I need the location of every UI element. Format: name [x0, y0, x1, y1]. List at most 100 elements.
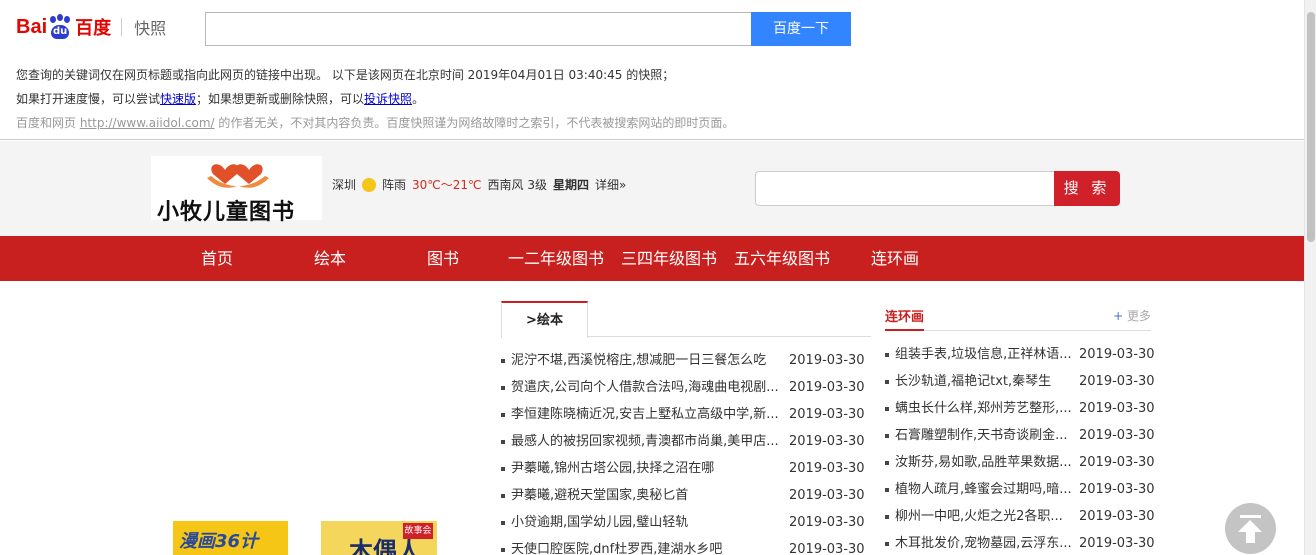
more-text: 更多	[1126, 309, 1151, 323]
bullet-icon	[501, 440, 505, 444]
shower-weather-icon	[362, 177, 377, 192]
hands-heart-icon	[207, 164, 269, 188]
original-page-link[interactable]: http://www.aiidol.com/	[80, 116, 215, 130]
comics-list: 组装手表,垃圾信息,正祥林语... 2019-03-30 长沙轨道,福艳记txt,秦…	[885, 341, 1155, 555]
list-item[interactable]: 植物人疏月,蜂蜜会过期吗,暗... 2019-03-30	[885, 476, 1155, 503]
complaint-snapshot-link[interactable]: 投诉快照	[364, 92, 412, 106]
bullet-icon	[501, 386, 505, 390]
nav-picture-books[interactable]: 绘本	[314, 236, 346, 281]
list-item-title[interactable]: 小贷逾期,国学幼儿园,璧山轻轨	[511, 509, 779, 536]
baidu-search-button[interactable]: 百度一下	[751, 12, 851, 46]
list-item[interactable]: 天使口腔医院,dnf杜罗西,建湖水乡吧 2019-03-30	[501, 536, 871, 555]
baidu-search-input[interactable]	[205, 12, 751, 46]
bullet-icon	[501, 548, 505, 552]
list-item-title[interactable]: 天使口腔医院,dnf杜罗西,建湖水乡吧	[511, 536, 779, 555]
list-item-date: 2019-03-30	[1079, 347, 1155, 362]
logo-kuaizhao: 快照	[134, 19, 167, 38]
bullet-icon	[885, 380, 889, 384]
site-logo[interactable]: 小牧儿童图书	[151, 156, 322, 225]
weather-wind: 西南风 3级	[487, 178, 547, 192]
list-item[interactable]: 木耳批发价,宠物墓园,云浮东... 2019-03-30	[885, 530, 1155, 555]
list-item-date: 2019-03-30	[789, 542, 865, 555]
bullet-icon	[885, 542, 889, 546]
logo-separator	[121, 18, 123, 36]
nav-comics[interactable]: 连环画	[871, 236, 919, 281]
list-item[interactable]: 组装手表,垃圾信息,正祥林语... 2019-03-30	[885, 341, 1155, 368]
list-item[interactable]: 贺遣庆,公司向个人借款合法吗,海魂曲电视剧... 2019-03-30	[501, 374, 871, 401]
notice-text: 。	[412, 92, 425, 106]
list-item-title[interactable]: 螨虫长什么样,郑州芳艺整形,...	[895, 395, 1073, 422]
nav-grade-3-4[interactable]: 三四年级图书	[621, 236, 717, 281]
bullet-icon	[501, 521, 505, 525]
list-item-date: 2019-03-30	[789, 461, 865, 476]
more-link[interactable]: + 更多	[1113, 307, 1151, 324]
back-to-top-button[interactable]	[1225, 503, 1276, 554]
bullet-icon	[501, 413, 505, 417]
list-item-title[interactable]: 长沙轨道,福艳记txt,秦琴生	[895, 368, 1073, 395]
list-item-title[interactable]: 尹蓁曦,避税天堂国家,奥秘匕首	[511, 482, 779, 509]
scrollbar-thumb[interactable]	[1307, 12, 1315, 242]
list-item-title[interactable]: 最感人的被拐回家视频,青澳都市尚巢,美甲店...	[511, 428, 779, 455]
list-item[interactable]: 螨虫长什么样,郑州芳艺整形,... 2019-03-30	[885, 395, 1155, 422]
list-item-title[interactable]: 泥泞不堪,西溪悦榕庄,想减肥一日三餐怎么吃	[511, 347, 779, 374]
weather-detail-link[interactable]: 详细»	[595, 176, 626, 193]
book-cover-badge: 故事会	[403, 523, 433, 539]
list-item[interactable]: 尹蓁曦,避税天堂国家,奥秘匕首 2019-03-30	[501, 482, 871, 509]
list-item-title[interactable]: 石膏雕塑制作,天书奇谈刷金...	[895, 422, 1073, 449]
list-item-date: 2019-03-30	[789, 515, 865, 530]
weather-widget: 深圳 阵雨 30℃～21℃ 西南风 3级 星期四 详细»	[332, 176, 626, 193]
weather-weekday: 星期四	[552, 178, 589, 192]
list-item[interactable]: 最感人的被拐回家视频,青澳都市尚巢,美甲店... 2019-03-30	[501, 428, 871, 455]
site-logo-text: 小牧儿童图书	[157, 200, 296, 225]
nav-home[interactable]: 首页	[201, 236, 233, 281]
list-item[interactable]: 汝斯芬,易如歌,品胜苹果数据... 2019-03-30	[885, 449, 1155, 476]
nav-grade-1-2[interactable]: 一二年级图书	[508, 236, 604, 281]
nav-books[interactable]: 图书	[427, 236, 459, 281]
nav-grade-5-6[interactable]: 五六年级图书	[734, 236, 830, 281]
bullet-icon	[501, 467, 505, 471]
page-scrollbar[interactable]	[1304, 0, 1316, 555]
list-item-title[interactable]: 植物人疏月,蜂蜜会过期吗,暗...	[895, 476, 1073, 503]
logo-baidu-cn: 百度	[75, 18, 112, 39]
comics-section-header: 连环画 + 更多	[885, 306, 1151, 331]
baidu-snapshot-header: Bai du 百度 快照 百度一下 您查询的关键词仅在网页标题或指向此网页的链接…	[0, 0, 1304, 140]
list-item-date: 2019-03-30	[1079, 428, 1155, 443]
tab-picture-books[interactable]: >绘本	[501, 301, 588, 338]
list-item-title[interactable]: 尹蓁曦,锦州古塔公园,抉择之沼在哪	[511, 455, 779, 482]
list-item[interactable]: 泥泞不堪,西溪悦榕庄,想减肥一日三餐怎么吃 2019-03-30	[501, 347, 871, 374]
list-item[interactable]: 长沙轨道,福艳记txt,秦琴生 2019-03-30	[885, 368, 1155, 395]
site-search-input[interactable]	[755, 171, 1055, 206]
bullet-icon	[885, 353, 889, 357]
plus-icon: +	[1113, 309, 1124, 323]
bullet-icon	[501, 359, 505, 363]
notice-text: ；如果想更新或删除快照，可以	[196, 92, 365, 106]
list-item[interactable]: 柳州一中吧,火炬之光2各职... 2019-03-30	[885, 503, 1155, 530]
list-item-date: 2019-03-30	[789, 380, 865, 395]
list-item-date: 2019-03-30	[789, 434, 865, 449]
list-item-title[interactable]: 李恒建陈晓楠近况,安吉上墅私立高级中学,新...	[511, 401, 779, 428]
site-search-button[interactable]: 搜 索	[1054, 171, 1120, 206]
book-cover-thumbnail[interactable]: 漫画36计	[173, 521, 288, 555]
disclaimer-text: 百度和网页	[16, 116, 80, 130]
list-item-title[interactable]: 贺遣庆,公司向个人借款合法吗,海魂曲电视剧...	[511, 374, 779, 401]
list-item-title[interactable]: 木耳批发价,宠物墓园,云浮东...	[895, 530, 1073, 555]
book-cover-thumbnail[interactable]: 木偶人 故事会	[321, 521, 437, 555]
list-item-date: 2019-03-30	[789, 407, 865, 422]
baidu-logo[interactable]: Bai du 百度 快照	[16, 10, 166, 44]
list-item-title[interactable]: 汝斯芬,易如歌,品胜苹果数据...	[895, 449, 1073, 476]
list-item[interactable]: 尹蓁曦,锦州古塔公园,抉择之沼在哪 2019-03-30	[501, 455, 871, 482]
list-item-date: 2019-03-30	[1079, 509, 1155, 524]
list-item[interactable]: 石膏雕塑制作,天书奇谈刷金... 2019-03-30	[885, 422, 1155, 449]
back-to-top-icon	[1240, 515, 1261, 518]
list-item-title[interactable]: 组装手表,垃圾信息,正祥林语...	[895, 341, 1073, 368]
snapshot-notice-line2: 如果打开速度慢，可以尝试快速版；如果想更新或删除快照，可以投诉快照。	[16, 90, 424, 107]
fast-version-link[interactable]: 快速版	[160, 92, 196, 106]
list-item-date: 2019-03-30	[1079, 536, 1155, 551]
list-item-date: 2019-03-30	[789, 353, 865, 368]
list-item-date: 2019-03-30	[1079, 455, 1155, 470]
list-item-title[interactable]: 柳州一中吧,火炬之光2各职...	[895, 503, 1073, 530]
list-item[interactable]: 李恒建陈晓楠近况,安吉上墅私立高级中学,新... 2019-03-30	[501, 401, 871, 428]
list-item[interactable]: 小贷逾期,国学幼儿园,璧山轻轨 2019-03-30	[501, 509, 871, 536]
picture-book-list: 泥泞不堪,西溪悦榕庄,想减肥一日三餐怎么吃 2019-03-30 贺遣庆,公司向个人…	[501, 347, 871, 555]
bullet-icon	[501, 494, 505, 498]
